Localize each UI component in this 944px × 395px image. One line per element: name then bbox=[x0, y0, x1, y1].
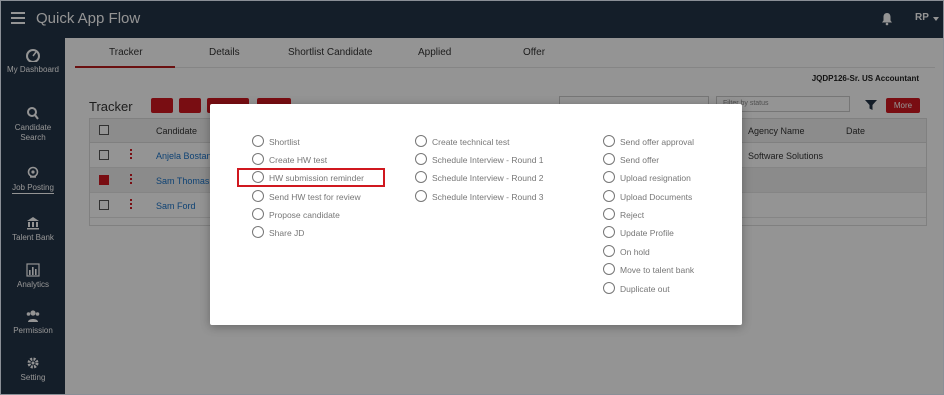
app-frame: Quick App Flow RP My Dashboard Candidate… bbox=[0, 0, 944, 395]
radio-button[interactable] bbox=[603, 226, 615, 238]
highlight-annotation bbox=[237, 168, 385, 187]
option-label: Schedule Interview - Round 2 bbox=[432, 173, 544, 183]
radio-button[interactable] bbox=[603, 245, 615, 257]
radio-button[interactable] bbox=[603, 282, 615, 294]
radio-button[interactable] bbox=[415, 190, 427, 202]
option-label: Update Profile bbox=[620, 228, 674, 238]
option-label: Send offer approval bbox=[620, 137, 695, 147]
radio-button[interactable] bbox=[252, 135, 264, 147]
option-label: Send HW test for review bbox=[269, 192, 361, 202]
option-label: Propose candidate bbox=[269, 210, 340, 220]
radio-button[interactable] bbox=[415, 171, 427, 183]
option-label: On hold bbox=[620, 247, 650, 257]
option-label: Create technical test bbox=[432, 137, 510, 147]
radio-button[interactable] bbox=[252, 190, 264, 202]
radio-button[interactable] bbox=[415, 135, 427, 147]
radio-button[interactable] bbox=[603, 171, 615, 183]
radio-button[interactable] bbox=[603, 135, 615, 147]
action-options-modal: Shortlist Create HW test HW submission r… bbox=[210, 104, 742, 325]
option-label: Duplicate out bbox=[620, 284, 670, 294]
radio-button[interactable] bbox=[252, 208, 264, 220]
option-label: Schedule Interview - Round 3 bbox=[432, 192, 544, 202]
option-label: Send offer bbox=[620, 155, 660, 165]
option-label: Shortlist bbox=[269, 137, 300, 147]
radio-button[interactable] bbox=[252, 153, 264, 165]
option-label: Upload Documents bbox=[620, 192, 693, 202]
radio-button[interactable] bbox=[603, 208, 615, 220]
radio-button[interactable] bbox=[415, 153, 427, 165]
radio-button[interactable] bbox=[603, 190, 615, 202]
option-label: Share JD bbox=[269, 228, 305, 238]
radio-button[interactable] bbox=[603, 263, 615, 275]
option-label: Schedule Interview - Round 1 bbox=[432, 155, 544, 165]
radio-button[interactable] bbox=[252, 226, 264, 238]
option-label: Move to talent bank bbox=[620, 265, 695, 275]
radio-button[interactable] bbox=[603, 153, 615, 165]
option-label: Reject bbox=[620, 210, 645, 220]
option-label: Upload resignation bbox=[620, 173, 691, 183]
option-label: Create HW test bbox=[269, 155, 328, 165]
